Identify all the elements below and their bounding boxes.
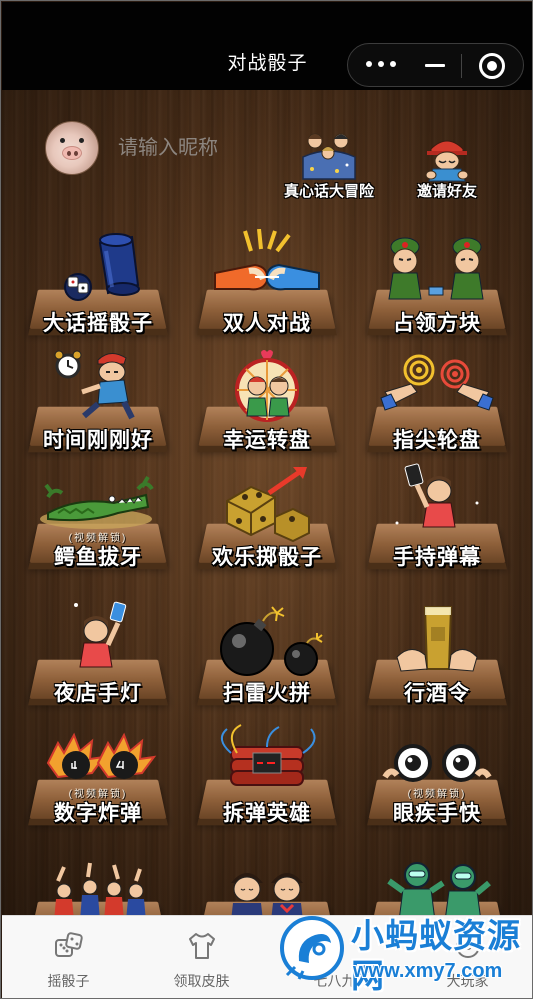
- video-unlock-badge: (视频解锁): [68, 533, 128, 544]
- fingertip-wheel-icon: [367, 346, 507, 426]
- invite-friend-button[interactable]: 邀请好友: [405, 135, 489, 201]
- game-tile-dice-bluff[interactable]: 大话摇骰子: [28, 229, 168, 339]
- crocodile-icon: [28, 463, 168, 543]
- game-label: 时间刚刚好: [43, 429, 153, 452]
- game-label: 欢乐掷骰子: [212, 546, 322, 569]
- game-label: 鳄鱼拔牙: [54, 546, 142, 569]
- nickname-input[interactable]: [118, 135, 278, 161]
- mini-program-capsule: [347, 43, 524, 87]
- game-tile-duel[interactable]: 双人对战: [197, 228, 337, 339]
- game-tile-dice-throw[interactable]: 欢乐掷骰子: [197, 463, 337, 573]
- club-light-icon: [28, 599, 168, 679]
- game-tile-number-bomb[interactable]: (视频解锁) 数字炸弹: [28, 719, 168, 829]
- game-tile-quick-eyes[interactable]: (视频解锁) 眼疾手快: [367, 719, 507, 829]
- bombs-icon: [197, 599, 337, 679]
- soldiers-icon: [367, 229, 507, 309]
- game-tile-fingertip-wheel[interactable]: 指尖轮盘: [367, 346, 507, 456]
- party-crowd-icon: [28, 841, 168, 921]
- truth-or-dare-icon: [297, 127, 361, 183]
- game-label: 指尖轮盘: [393, 429, 481, 452]
- video-unlock-badge: (视频解锁): [407, 789, 467, 800]
- game-label: 行酒令: [404, 682, 470, 705]
- number-bomb-icon: [28, 719, 168, 799]
- game-label: 大话摇骰子: [43, 312, 153, 335]
- lucky-wheel-icon: [197, 346, 337, 426]
- tab-dice[interactable]: 摇骰子: [2, 916, 135, 998]
- tab-label: 摇骰子: [47, 973, 90, 989]
- game-label: 拆弹英雄: [223, 802, 311, 825]
- game-tile-drinking-game[interactable]: 行酒令: [367, 599, 507, 709]
- game-label: 扫雷火拼: [223, 682, 311, 705]
- invite-friend-label: 邀请好友: [416, 183, 477, 200]
- game-label: 手持弹幕: [393, 546, 481, 569]
- defuse-bomb-icon: [197, 719, 337, 799]
- game-label: 幸运转盘: [223, 429, 311, 452]
- video-unlock-badge: (视频解锁): [68, 789, 128, 800]
- game-tile-minesweeper[interactable]: 扫雷火拼: [197, 599, 337, 709]
- page-frame: 对战骰子 真心话大冒险: [0, 0, 533, 999]
- truth-or-dare-button[interactable]: 真心话大冒险: [277, 127, 381, 201]
- close-icon[interactable]: [479, 53, 505, 79]
- robots-icon: [367, 841, 507, 922]
- capsule-divider: [461, 54, 462, 78]
- tab-skins[interactable]: 领取皮肤: [135, 916, 268, 998]
- couple-icon: [197, 841, 337, 921]
- game-tile-club-light[interactable]: 夜店手灯: [28, 599, 168, 709]
- game-label: 数字炸弹: [54, 802, 142, 825]
- invite-friend-icon: [419, 135, 475, 183]
- dice-icon: [53, 930, 85, 962]
- fist-bump-icon: [197, 228, 337, 309]
- handheld-banner-icon: [367, 463, 507, 543]
- title-bar: 对战骰子: [2, 2, 532, 90]
- game-label: 夜店手灯: [54, 682, 142, 705]
- game-tile-bomb-defuser[interactable]: 拆弹英雄: [197, 719, 337, 829]
- drinking-game-icon: [367, 599, 507, 679]
- alarm-clock-runner-icon: [28, 346, 168, 426]
- game-label: 占领方块: [393, 312, 481, 335]
- game-label: 双人对战: [223, 312, 311, 335]
- tab-label: 领取皮肤: [173, 973, 230, 989]
- game-tile-crocodile[interactable]: (视频解锁) 鳄鱼拔牙: [28, 463, 168, 573]
- watermark-logo: [277, 913, 347, 983]
- game-label: 眼疾手快: [393, 802, 481, 825]
- watermark-url: www.xmy7.com: [353, 960, 503, 982]
- gold-dice-icon: [197, 463, 337, 543]
- more-icon[interactable]: [364, 57, 400, 73]
- avatar[interactable]: [45, 121, 99, 175]
- dice-cup-icon: [28, 229, 168, 309]
- watermark-title: 小蚂蚁资源网: [351, 917, 521, 994]
- quick-eyes-icon: [367, 719, 507, 799]
- shirt-icon: [186, 930, 218, 962]
- minimize-icon[interactable]: [425, 64, 445, 67]
- truth-or-dare-label: 真心话大冒险: [283, 183, 374, 200]
- game-tile-just-in-time[interactable]: 时间刚刚好: [28, 346, 168, 456]
- game-tile-occupy-blocks[interactable]: 占领方块: [367, 229, 507, 339]
- game-tile-lucky-wheel[interactable]: 幸运转盘: [197, 346, 337, 456]
- game-tile-handheld-banner[interactable]: 手持弹幕: [367, 463, 507, 573]
